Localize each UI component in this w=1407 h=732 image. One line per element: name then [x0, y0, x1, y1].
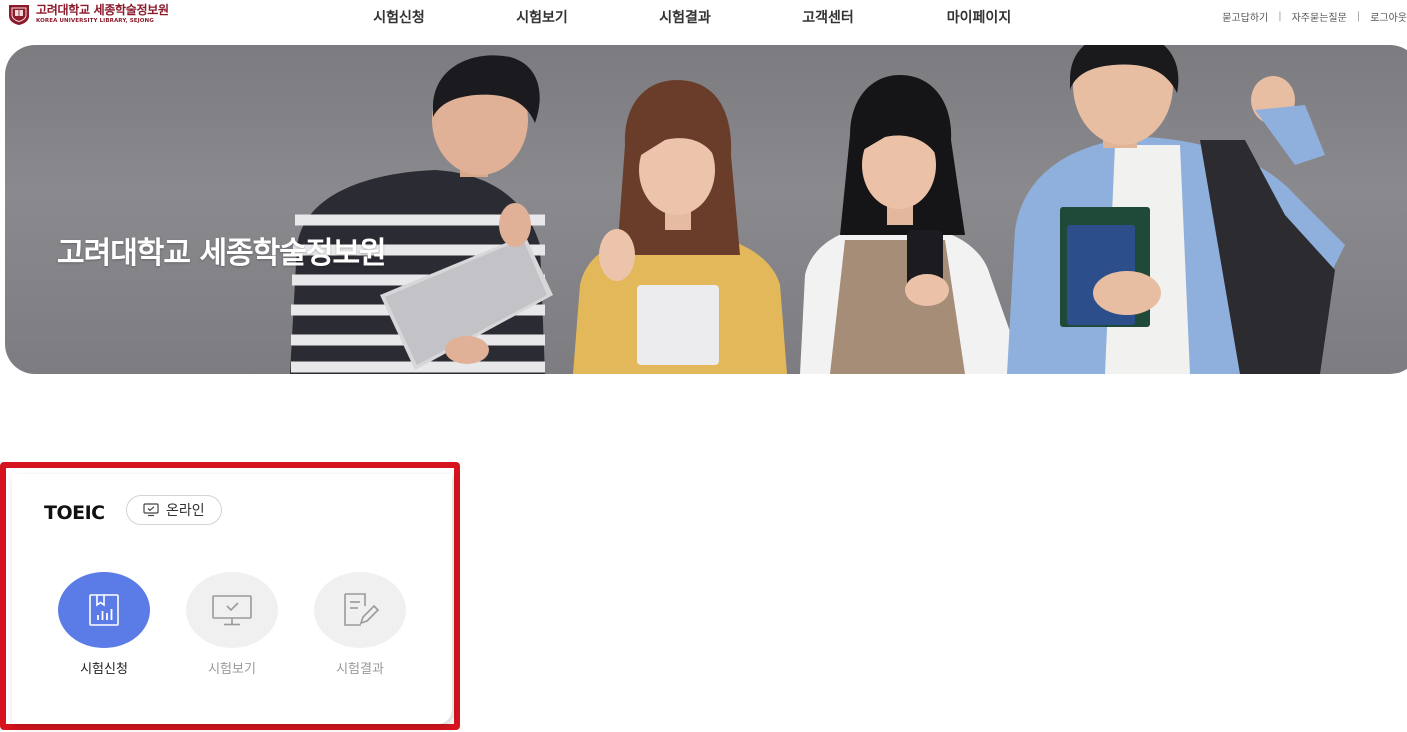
utility-links: 묻고답하기 | 자주묻는질문 | 로그아웃: [1222, 9, 1407, 24]
step-take-exam[interactable]: 시험보기: [186, 572, 278, 677]
logo-title: 고려대학교 세종학술정보원: [36, 3, 169, 17]
document-edit-icon: [344, 593, 379, 626]
step-label: 시험결과: [336, 662, 384, 677]
student-figure: [800, 75, 1025, 374]
site-logo[interactable]: 고려대학교 세종학술정보원 KOREA UNIVERSITY LIBRARY, …: [7, 4, 169, 26]
student-figure: [1007, 45, 1345, 374]
monitor-check-icon: [212, 595, 252, 626]
nav-item-exam-application[interactable]: 시험신청: [373, 7, 425, 27]
step-exam-results[interactable]: 시험결과: [314, 572, 406, 677]
application-chart-icon: [89, 594, 119, 626]
step-circle[interactable]: [58, 572, 150, 648]
exam-card: TOEIC 온라인 시험신청 시험보기 시험결과: [12, 474, 452, 724]
logout-link[interactable]: 로그아웃: [1370, 9, 1407, 24]
exam-card-highlight: TOEIC 온라인 시험신청 시험보기 시험결과: [0, 462, 460, 730]
step-label: 시험보기: [208, 662, 256, 677]
student-figure: [290, 55, 553, 374]
util-separator: |: [1278, 11, 1282, 22]
online-badge: 온라인: [126, 495, 222, 525]
monitor-check-icon: [143, 503, 159, 517]
nav-item-exam-results[interactable]: 시험결과: [659, 7, 711, 27]
util-separator: |: [1356, 11, 1361, 22]
student-figure: [573, 80, 787, 374]
qna-link[interactable]: 묻고답하기: [1222, 9, 1268, 24]
hero-students-illustration: [290, 45, 1345, 374]
nav-item-customer-center[interactable]: 고객센터: [802, 7, 854, 27]
exam-title: TOEIC: [44, 502, 105, 524]
step-exam-application[interactable]: 시험신청: [58, 572, 150, 677]
nav-item-my-page[interactable]: 마이페이지: [947, 7, 1011, 27]
university-emblem-icon: [9, 5, 29, 25]
nav-item-take-exam[interactable]: 시험보기: [516, 7, 568, 27]
site-header: 고려대학교 세종학술정보원 KOREA UNIVERSITY LIBRARY, …: [0, 0, 1407, 40]
hero-title: 고려대학교 세종학술정보원: [57, 236, 387, 271]
step-circle[interactable]: [186, 572, 278, 648]
online-badge-label: 온라인: [166, 503, 205, 519]
step-label: 시험신청: [80, 662, 128, 677]
hero-banner: 고려대학교 세종학술정보원: [5, 45, 1407, 374]
logo-subtitle: KOREA UNIVERSITY LIBRARY, SEJONG: [36, 18, 154, 24]
faq-link[interactable]: 자주묻는질문: [1292, 9, 1347, 24]
step-circle[interactable]: [314, 572, 406, 648]
